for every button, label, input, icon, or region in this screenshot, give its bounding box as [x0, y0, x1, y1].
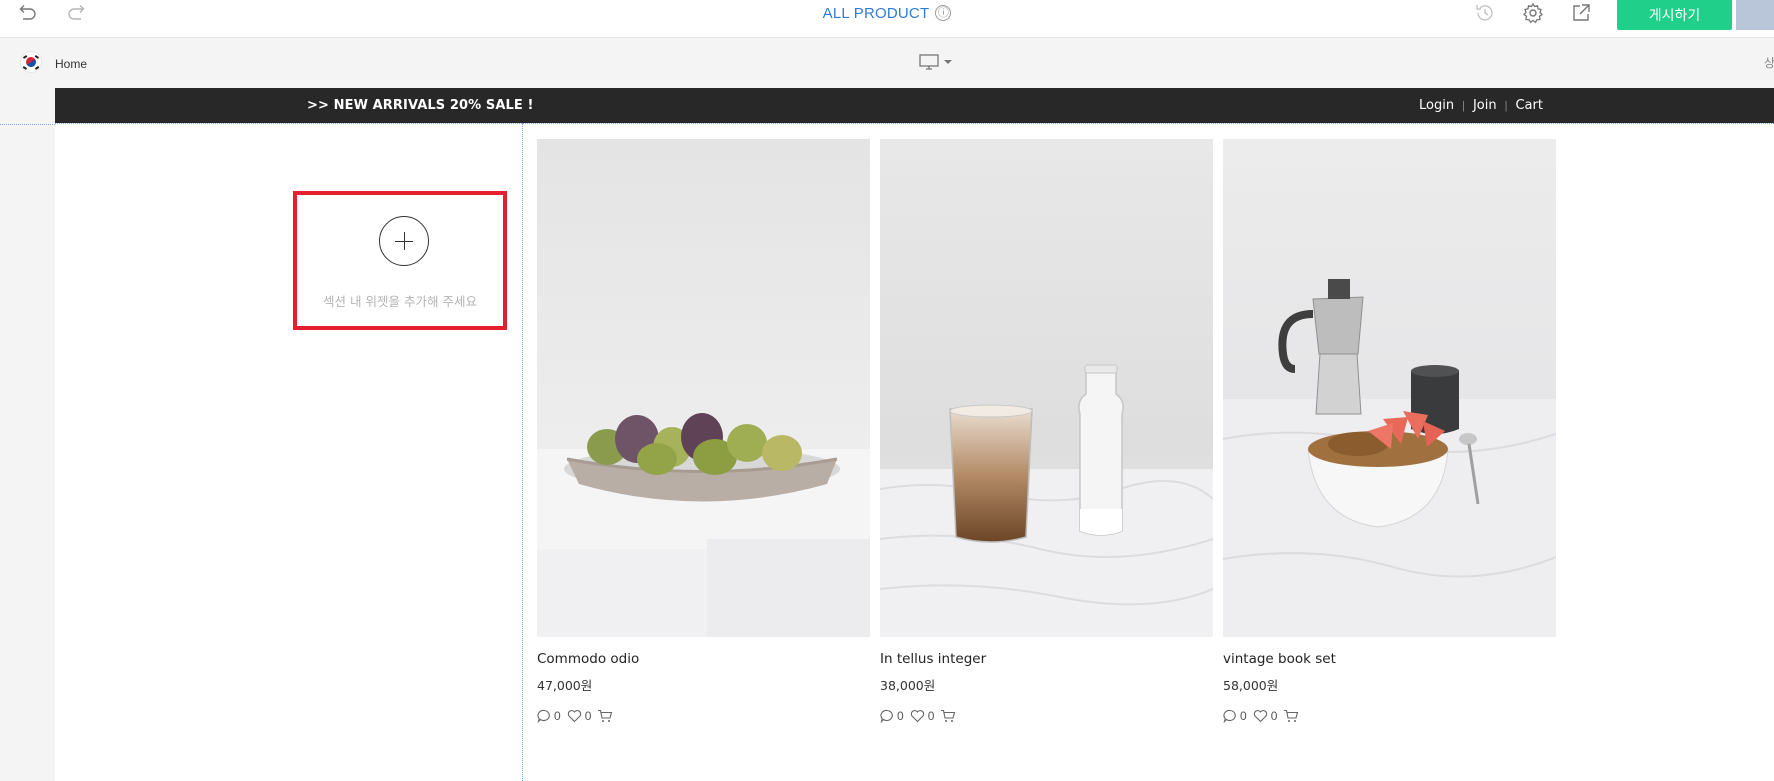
product-price: 38,000원 — [880, 678, 936, 693]
comment-icon — [537, 709, 550, 723]
comment-icon — [880, 709, 893, 723]
page-title[interactable]: ALL PRODUCT — [823, 5, 930, 22]
device-toggle[interactable] — [918, 53, 956, 71]
product-price: 58,000원 — [1223, 678, 1279, 693]
top-banner: >> NEW ARRIVALS 20% SALE ! Login | Join … — [55, 88, 1774, 123]
add-widget-hint: 섹션 내 위젯을 추가해 주세요 — [323, 294, 477, 309]
banner-promo-text[interactable]: >> NEW ARRIVALS 20% SALE ! — [307, 98, 534, 113]
review-count[interactable]: 0 — [880, 709, 904, 723]
canvas-guide-line — [0, 124, 55, 125]
product-meta: 0 0 — [537, 708, 870, 724]
page-title-group: ALL PRODUCT ⓘ — [0, 3, 1774, 23]
product-card: vintage book set 58,000원 0 0 — [1223, 139, 1556, 724]
heart-icon — [567, 710, 581, 723]
product-card: Commodo odio 47,000원 0 0 — [537, 139, 870, 724]
plus-circle-icon[interactable] — [379, 216, 429, 266]
cart-icon[interactable] — [1283, 709, 1299, 723]
cart-icon[interactable] — [597, 709, 613, 723]
truncated-label: 상 — [1764, 56, 1774, 70]
product-name[interactable]: In tellus integer — [880, 651, 1213, 667]
redo-icon[interactable] — [62, 0, 90, 26]
top-toolbar: ALL PRODUCT ⓘ 게시하기 — [0, 0, 1774, 38]
cart-icon[interactable] — [940, 709, 956, 723]
column-guide-line — [522, 123, 523, 781]
undo-icon[interactable] — [14, 0, 42, 26]
history-icon[interactable] — [1472, 0, 1498, 26]
cart-link[interactable]: Cart — [1515, 98, 1543, 113]
like-count[interactable]: 0 — [1253, 709, 1277, 723]
login-link[interactable]: Login — [1419, 98, 1454, 113]
granola-moka-pot-photo[interactable] — [1223, 139, 1556, 637]
external-link-icon[interactable] — [1568, 0, 1594, 26]
product-price: 47,000원 — [537, 678, 593, 693]
current-page-label[interactable]: Home — [55, 57, 87, 71]
review-count[interactable]: 0 — [1223, 709, 1247, 723]
figs-bowl-photo[interactable] — [537, 139, 870, 637]
info-icon[interactable]: ⓘ — [935, 5, 952, 21]
product-name[interactable]: Commodo odio — [537, 651, 870, 667]
site-canvas: >> NEW ARRIVALS 20% SALE ! Login | Join … — [55, 88, 1774, 781]
heart-icon — [1253, 710, 1267, 723]
latte-milk-bottle-photo[interactable] — [880, 139, 1213, 637]
comment-icon — [1223, 709, 1236, 723]
more-button[interactable] — [1736, 0, 1774, 30]
link-separator: | — [1462, 99, 1465, 112]
product-name[interactable]: vintage book set — [1223, 651, 1556, 667]
add-widget-placeholder[interactable]: 섹션 내 위젯을 추가해 주세요 — [293, 191, 507, 330]
product-card: In tellus integer 38,000원 0 0 — [880, 139, 1213, 724]
publish-button[interactable]: 게시하기 — [1617, 0, 1732, 30]
section-guide-line — [55, 123, 1774, 124]
review-count[interactable]: 0 — [537, 709, 561, 723]
korea-flag-icon[interactable] — [21, 52, 41, 72]
page-subbar: Home 상 — [0, 38, 1774, 88]
desktop-icon — [919, 54, 939, 70]
editor-app: ALL PRODUCT ⓘ 게시하기 Home 상 >> NEW ARRIVAL… — [0, 0, 1774, 781]
gear-icon[interactable] — [1520, 0, 1546, 26]
product-meta: 0 0 — [1223, 708, 1556, 724]
chevron-down-icon — [944, 60, 952, 64]
link-separator: | — [1504, 99, 1508, 112]
like-count[interactable]: 0 — [910, 709, 934, 723]
account-links: Login | Join | Cart — [1419, 98, 1543, 113]
like-count[interactable]: 0 — [567, 709, 591, 723]
join-link[interactable]: Join — [1473, 98, 1497, 113]
heart-icon — [910, 710, 924, 723]
product-meta: 0 0 — [880, 708, 1213, 724]
